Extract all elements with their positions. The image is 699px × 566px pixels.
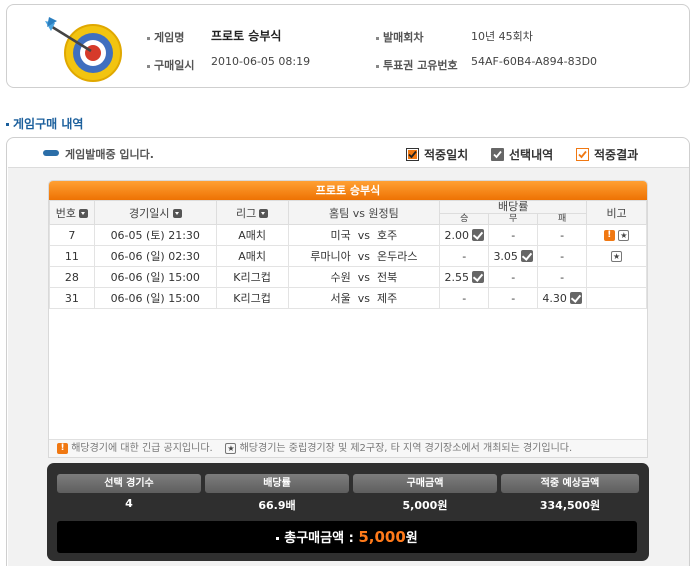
round-label: 발매회차 <box>376 29 423 45</box>
row-note <box>586 287 647 309</box>
header-win: 승 <box>439 213 490 225</box>
game-name-label: 게임명 <box>147 29 184 45</box>
row-match: 루마니아 vs 온두라스 <box>287 245 441 267</box>
header-odds: 배당률 <box>439 200 588 214</box>
header-datetime[interactable]: 경기일시 <box>93 200 217 225</box>
row-no: 28 <box>49 266 95 288</box>
row-datetime: 06-06 (일) 15:00 <box>93 287 217 309</box>
purchase-summary: 선택 경기수 배당률 구매금액 적중 예상금액 4 66.9배 5,000원 3… <box>47 463 649 561</box>
row-no: 7 <box>49 224 95 246</box>
row-odds-lose: - <box>537 245 588 267</box>
row-odds-draw: - <box>488 224 539 246</box>
total-value: 5,000 <box>358 528 406 546</box>
row-datetime: 06-06 (일) 15:00 <box>93 266 217 288</box>
table-row: 28 06-06 (일) 15:00 K리그컵 수원 vs 전북 2.55 - … <box>49 266 647 288</box>
row-odds-draw: 3.05 <box>488 245 539 267</box>
section-title: 게임구매 내역 <box>6 115 83 132</box>
table-row: 7 06-05 (토) 21:30 A매치 미국 vs 호주 2.00 - - … <box>49 224 647 246</box>
alert-icon[interactable]: ! <box>603 230 615 241</box>
total-purchase-bar: 총구매금액 : 5,000원 <box>57 521 637 553</box>
ticket-id-label: 투표권 고유번호 <box>376 57 458 73</box>
header-match: 홈팀 vs 원정팀 <box>287 200 441 225</box>
row-odds-lose: - <box>537 224 588 246</box>
table-row: 31 06-06 (일) 15:00 K리그컵 서울 vs 제주 - - 4.3… <box>49 287 647 309</box>
sort-icon[interactable] <box>259 209 269 218</box>
header-no[interactable]: 번호 <box>49 200 95 225</box>
row-odds-win: - <box>439 287 490 309</box>
status-indicator-icon <box>43 150 59 156</box>
sort-icon[interactable] <box>172 209 182 218</box>
total-unit: 원 <box>405 531 418 546</box>
ticket-info-card: 게임명 프로토 승부식 발매회차 10년 45회차 구매일시 2010-06-0… <box>6 4 690 88</box>
game-table: 번호 경기일시 리그 홈팀 vs 원정팀 배당률 비고 승 무 패 7 06-0… <box>49 200 647 309</box>
row-league: A매치 <box>215 224 289 246</box>
row-odds-lose: - <box>537 266 588 288</box>
row-odds-draw: - <box>488 287 539 309</box>
purchase-time-label: 구매일시 <box>147 57 194 73</box>
hit-checkbox-icon <box>406 148 419 161</box>
legend-selected: 선택내역 <box>491 146 553 163</box>
legend-hit: 적중일치 <box>406 146 468 163</box>
row-note: ★ <box>586 245 647 267</box>
expected-amount-label: 적중 예상금액 <box>501 474 639 493</box>
sort-icon[interactable] <box>79 209 89 218</box>
selected-check-icon <box>569 292 582 304</box>
result-checkbox-icon <box>576 148 589 161</box>
table-row: 11 06-06 (일) 02:30 A매치 루마니아 vs 온두라스 - 3.… <box>49 245 647 267</box>
row-match: 수원 vs 전북 <box>287 266 441 288</box>
selected-check-icon <box>471 229 484 241</box>
purchase-time-value: 2010-06-05 08:19 <box>211 55 311 68</box>
row-odds-win: - <box>439 245 490 267</box>
selected-check-icon <box>471 271 484 283</box>
purchase-amount-value: 5,000원 <box>402 499 448 512</box>
row-note: ! ★ <box>586 224 647 246</box>
header-draw: 무 <box>488 213 539 225</box>
selected-checkbox-icon <box>491 148 504 161</box>
odds-value: 66.9배 <box>258 499 296 512</box>
row-note <box>586 266 647 288</box>
row-odds-win: 2.55 <box>439 266 490 288</box>
expected-amount-value: 334,500원 <box>539 499 601 512</box>
ticket-id-value: 54AF-60B4-A894-83D0 <box>471 55 598 68</box>
legend-result: 적중결과 <box>576 146 638 163</box>
odds-label: 배당률 <box>205 474 349 493</box>
purchase-amount-label: 구매금액 <box>353 474 497 493</box>
round-value: 10년 45회차 <box>471 30 533 43</box>
star-icon[interactable]: ★ <box>611 251 623 262</box>
row-league: K리그컵 <box>215 266 289 288</box>
game-name-value: 프로토 승부식 <box>211 29 282 43</box>
header-league[interactable]: 리그 <box>215 200 289 225</box>
star-icon[interactable]: ★ <box>618 230 630 241</box>
status-text: 게임발매중 입니다. <box>65 148 154 161</box>
game-table-title: 프로토 승부식 <box>49 181 647 200</box>
row-datetime: 06-06 (일) 02:30 <box>93 245 217 267</box>
star-icon: ★ <box>225 442 237 454</box>
selected-check-icon <box>520 250 533 262</box>
row-datetime: 06-05 (토) 21:30 <box>93 224 217 246</box>
row-no: 11 <box>49 245 95 267</box>
row-league: A매치 <box>215 245 289 267</box>
row-no: 31 <box>49 287 95 309</box>
row-odds-lose: 4.30 <box>537 287 588 309</box>
row-league: K리그컵 <box>215 287 289 309</box>
total-label: 총구매금액 : <box>284 531 354 546</box>
row-odds-win: 2.00 <box>439 224 490 246</box>
header-note: 비고 <box>586 200 647 225</box>
row-odds-draw: - <box>488 266 539 288</box>
game-table-box: 프로토 승부식 번호 경기일시 리그 홈팀 vs 원정팀 배당률 비고 승 무 … <box>48 180 648 458</box>
row-match: 서울 vs 제주 <box>287 287 441 309</box>
selected-games-value: 4 <box>125 497 133 510</box>
table-notice: ! 해당경기에 대한 긴급 공지입니다. ★ 해당경기는 중립경기장 및 제2구… <box>49 439 647 457</box>
alert-icon: ! <box>57 442 68 454</box>
row-match: 미국 vs 호주 <box>287 224 441 246</box>
dart-target-icon <box>45 17 122 82</box>
header-lose: 패 <box>537 213 588 225</box>
selected-games-label: 선택 경기수 <box>57 474 201 493</box>
